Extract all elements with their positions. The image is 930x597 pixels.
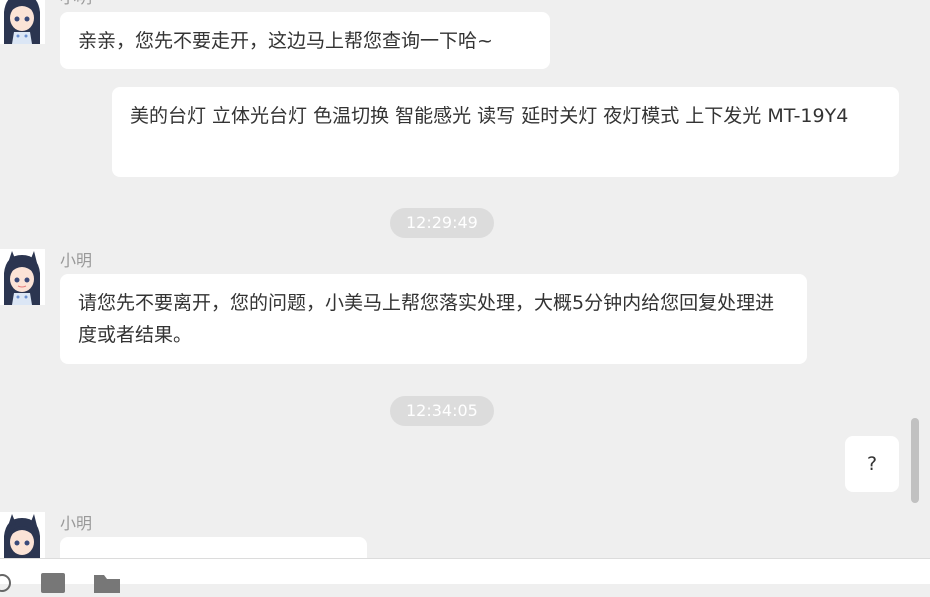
sender-name: 小明 bbox=[60, 0, 92, 8]
timestamp: 12:29:49 bbox=[390, 208, 494, 238]
image-icon[interactable] bbox=[41, 573, 65, 597]
message-bubble-self: ? bbox=[845, 436, 899, 492]
agent-avatar[interactable] bbox=[0, 512, 45, 558]
timestamp: 12:34:05 bbox=[390, 396, 494, 426]
sender-name: 小明 bbox=[60, 251, 93, 270]
message-text: 亲亲，您先不要走开，这边马上帮您查询一下哈~ bbox=[78, 30, 493, 52]
emoji-icon[interactable] bbox=[0, 573, 12, 597]
agent-avatar[interactable] bbox=[0, 249, 45, 305]
message-bubble-self: 美的台灯 立体光台灯 色温切换 智能感光 读写 延时关灯 夜灯模式 上下发光 M… bbox=[112, 87, 899, 177]
folder-icon[interactable] bbox=[94, 573, 120, 597]
message-text: 请您先不要离开，您的问题，小美马上帮您落实处理，大概5分钟内给您回复处理进度或者… bbox=[78, 292, 775, 346]
agent-avatar[interactable] bbox=[0, 0, 45, 44]
chat-history[interactable]: 小明 亲亲，您先不要走开，这边马上帮您查询一下哈~ 美的台灯 立体光台灯 色温切… bbox=[0, 0, 930, 558]
composer-toolbar bbox=[0, 558, 930, 593]
message-bubble: 请您先不要离开，您的问题，小美马上帮您落实处理，大概5分钟内给您回复处理进度或者… bbox=[60, 274, 807, 364]
scrollbar-thumb[interactable] bbox=[911, 418, 919, 503]
message-text: 美的台灯 立体光台灯 色温切换 智能感光 读写 延时关灯 夜灯模式 上下发光 M… bbox=[130, 105, 849, 127]
message-bubble bbox=[60, 537, 367, 558]
sender-name: 小明 bbox=[60, 514, 93, 533]
message-text: ? bbox=[866, 453, 878, 475]
message-bubble: 亲亲，您先不要走开，这边马上帮您查询一下哈~ bbox=[60, 12, 550, 69]
